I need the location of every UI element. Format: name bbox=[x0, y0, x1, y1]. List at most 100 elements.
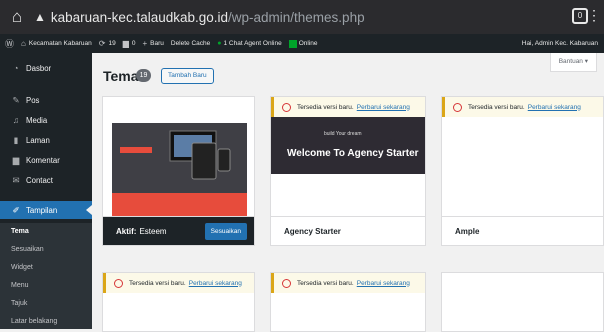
adminbar-comments-count: 0 bbox=[131, 40, 136, 47]
refresh-icon: ⟳ bbox=[98, 39, 106, 48]
update-notice-text: Tersedia versi baru. bbox=[129, 279, 186, 287]
sidebar-item-laman[interactable]: ▮ Laman bbox=[0, 131, 92, 149]
url-path: /wp-admin/themes.php bbox=[228, 9, 365, 25]
theme-count-badge: 19 bbox=[136, 69, 151, 82]
theme-preview-banner bbox=[112, 193, 247, 217]
adminbar-delete-cache[interactable]: Delete Cache bbox=[171, 40, 210, 47]
page-title: Tema bbox=[103, 68, 139, 84]
online-dot-icon: ● bbox=[217, 40, 222, 47]
active-label: Aktif: bbox=[116, 226, 137, 236]
online-status-icon bbox=[288, 39, 297, 48]
plus-icon: + bbox=[142, 39, 148, 48]
theme-name: Esteem bbox=[139, 226, 167, 236]
comment-icon: ▆ bbox=[12, 154, 20, 165]
update-notice-text: Tersedia versi baru. bbox=[468, 103, 525, 111]
sidebar-item-tampilan[interactable]: ✐ Tampilan bbox=[0, 201, 92, 219]
update-now-link[interactable]: Perbarui sekarang bbox=[189, 280, 242, 287]
dashboard-icon: ◔ bbox=[13, 63, 19, 73]
update-alert-icon bbox=[114, 278, 123, 288]
sidebar-item-dasbor[interactable]: ◔ Dasbor bbox=[0, 59, 92, 77]
banner-title: Welcome To Agency Starter bbox=[287, 148, 419, 159]
customize-button[interactable]: Sesuaikan bbox=[204, 223, 247, 240]
add-new-theme-button[interactable]: Tambah Baru bbox=[161, 68, 214, 84]
submenu-menu[interactable]: Menu bbox=[11, 282, 29, 289]
sidebar-item-label: Dasbor bbox=[26, 63, 52, 73]
mail-icon: ✉ bbox=[12, 174, 20, 185]
banner-subtitle: build Your dream bbox=[324, 131, 362, 137]
adminbar-chat-agent[interactable]: ● 1 Chat Agent Online bbox=[217, 40, 281, 47]
themes-page: Bantuan ▾ Tema 19 Tambah Baru Aktif: Est… bbox=[92, 53, 604, 332]
adminbar-site[interactable]: ⌂ Kecamatan Kabaruan bbox=[21, 39, 92, 48]
not-secure-warning-icon[interactable]: ▲ bbox=[34, 10, 46, 24]
update-alert-icon bbox=[282, 278, 291, 288]
adminbar-comments[interactable]: ▆ 0 bbox=[123, 39, 136, 48]
adminbar-account[interactable]: Hai, Admin Kec. Kabaruan bbox=[522, 40, 598, 47]
help-tab[interactable]: Bantuan ▾ bbox=[549, 53, 597, 72]
submenu-latar-belakang[interactable]: Latar belakang bbox=[11, 318, 57, 325]
browser-menu-icon[interactable]: ⋮ bbox=[587, 7, 601, 24]
adminbar-chat-label: 1 Chat Agent Online bbox=[223, 40, 282, 47]
submenu-tajuk[interactable]: Tajuk bbox=[11, 300, 27, 307]
browser-toolbar: ⌂ ▲ kabaruan-kec.talaudkab.go.id/wp-admi… bbox=[0, 0, 604, 34]
theme-card[interactable] bbox=[441, 272, 604, 332]
theme-preview-nav bbox=[112, 109, 247, 119]
sidebar-item-contact[interactable]: ✉ Contact bbox=[0, 171, 92, 189]
adminbar-new-label: Baru bbox=[150, 40, 164, 47]
adminbar-updates[interactable]: ⟳ 19 bbox=[99, 39, 116, 48]
update-now-link[interactable]: Perbarui sekarang bbox=[357, 104, 410, 111]
sidebar-item-media[interactable]: ♫ Media bbox=[0, 111, 92, 129]
sidebar-item-label: Komentar bbox=[26, 155, 60, 165]
update-now-link[interactable]: Perbarui sekarang bbox=[528, 104, 581, 111]
theme-card[interactable]: Tersedia versi baru. Perbarui sekarang bbox=[102, 272, 255, 332]
address-bar[interactable]: kabaruan-kec.talaudkab.go.id/wp-admin/th… bbox=[51, 10, 365, 25]
update-notice: Tersedia versi baru. Perbarui sekarang bbox=[103, 273, 254, 293]
sidebar-item-label: Media bbox=[26, 115, 48, 125]
adminbar-online[interactable]: Online bbox=[288, 39, 318, 48]
media-icon: ♫ bbox=[12, 115, 20, 125]
extension-icon[interactable]: 0 bbox=[572, 8, 588, 24]
submenu-widget[interactable]: Widget bbox=[11, 264, 33, 271]
adminbar-online-label: Online bbox=[298, 40, 318, 47]
page-icon: ▮ bbox=[13, 134, 19, 145]
sidebar-submenu: Tema Sesuaikan Widget Menu Tajuk Latar b… bbox=[0, 223, 92, 329]
theme-preview-hero bbox=[112, 123, 247, 193]
theme-card[interactable]: Tersedia versi baru. Perbarui sekarang bbox=[270, 272, 426, 332]
wp-admin-bar: Ⓦ ⌂ Kecamatan Kabaruan ⟳ 19 ▆ 0 + Baru Delet… bbox=[0, 34, 604, 53]
pin-icon: ✎ bbox=[12, 94, 20, 105]
submenu-sesuaikan[interactable]: Sesuaikan bbox=[11, 246, 44, 253]
adminbar-updates-count: 19 bbox=[108, 40, 116, 47]
theme-screenshot bbox=[103, 97, 254, 217]
theme-card-ample[interactable]: Tersedia versi baru. Perbarui sekarang A… bbox=[441, 96, 604, 246]
sidebar-item-label: Contact bbox=[26, 175, 53, 185]
comment-icon: ▆ bbox=[122, 39, 129, 48]
sidebar-item-komentar[interactable]: ▆ Komentar bbox=[0, 151, 92, 169]
theme-name-bar: Ample bbox=[442, 216, 603, 245]
submenu-tema[interactable]: Tema bbox=[11, 228, 29, 235]
theme-name: Agency Starter bbox=[284, 226, 341, 236]
update-notice: Tersedia versi baru. Perbarui sekarang bbox=[271, 97, 425, 117]
update-notice: Tersedia versi baru. Perbarui sekarang bbox=[271, 273, 425, 293]
theme-card-agency-starter[interactable]: Tersedia versi baru. Perbarui sekarang b… bbox=[270, 96, 426, 246]
update-alert-icon bbox=[453, 102, 462, 112]
brush-icon: ✐ bbox=[12, 204, 20, 215]
update-notice-text: Tersedia versi baru. bbox=[297, 103, 354, 111]
wordpress-logo-icon[interactable]: Ⓦ bbox=[5, 37, 14, 50]
sidebar-item-label: Laman bbox=[26, 135, 50, 145]
sidebar-item-label: Pos bbox=[26, 95, 40, 105]
update-notice-text: Tersedia versi baru. bbox=[297, 279, 354, 287]
home-icon[interactable]: ⌂ bbox=[0, 7, 34, 27]
theme-card-esteem[interactable]: Aktif: Esteem Sesuaikan bbox=[102, 96, 255, 246]
adminbar-new[interactable]: + Baru bbox=[142, 39, 163, 48]
adminbar-site-name: Kecamatan Kabaruan bbox=[28, 40, 92, 47]
sidebar-item-pos[interactable]: ✎ Pos bbox=[0, 91, 92, 109]
url-host: kabaruan-kec.talaudkab.go.id bbox=[50, 9, 229, 25]
devices-illustration bbox=[120, 130, 231, 180]
active-theme-bar: Aktif: Esteem Sesuaikan bbox=[103, 216, 254, 245]
update-now-link[interactable]: Perbarui sekarang bbox=[357, 280, 410, 287]
theme-name-bar: Agency Starter bbox=[271, 216, 425, 245]
admin-sidebar: ◔ Dasbor ✎ Pos ♫ Media ▮ Laman ▆ Komentar ✉ Co… bbox=[0, 53, 92, 329]
theme-name: Ample bbox=[455, 226, 480, 236]
theme-screenshot: build Your dream Welcome To Agency Start… bbox=[271, 117, 425, 174]
sidebar-item-label: Tampilan bbox=[26, 205, 58, 215]
update-alert-icon bbox=[282, 102, 291, 112]
